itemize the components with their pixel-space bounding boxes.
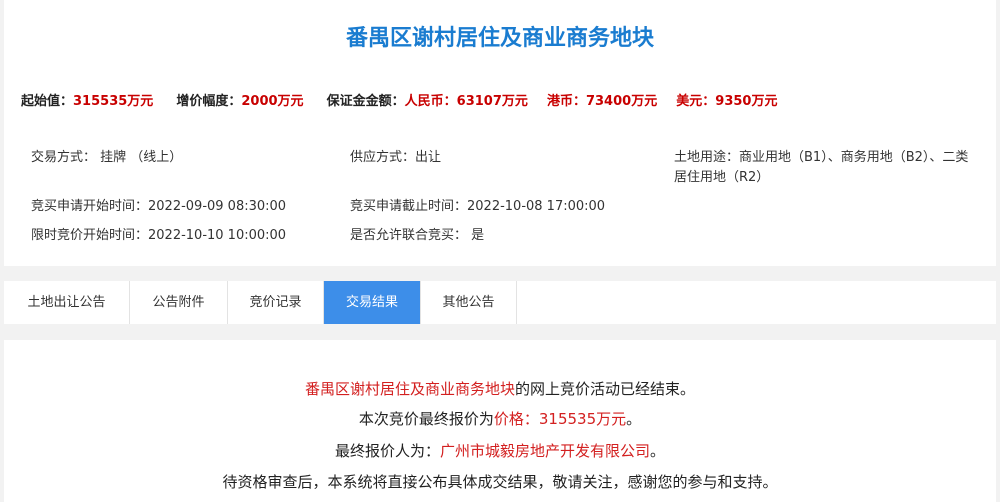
supply-method: 供应方式：出让 (350, 150, 442, 165)
joint-bid-allowed: 是否允许联合竞买： 是 (350, 228, 485, 243)
deposit-label: 保证金金额： (326, 94, 405, 109)
price-row: 起始值：315535万元 增价幅度：2000万元 保证金金额：人民币：63107… (21, 90, 777, 109)
usd-value: 9350万元 (715, 94, 778, 109)
tab-attachments[interactable]: 公告附件 (130, 281, 228, 324)
usd-label: 美元： (676, 94, 716, 109)
rmb-value: 63107万元 (456, 94, 528, 109)
tab-other-announcements[interactable]: 其他公告 (421, 281, 517, 324)
result-line-1-text: 的网上竞价活动已经结束。 (515, 380, 696, 398)
bid-start-time: 限时竞价开始时间：2022-10-10 10:00:00 (31, 228, 287, 243)
winning-bidder: 广州市城毅房地产开发有限公司 (439, 442, 650, 460)
increment-label: 增价幅度： (176, 94, 242, 109)
tab-bid-records[interactable]: 竞价记录 (228, 281, 324, 324)
result-line-3-text: 最终报价人为： (334, 442, 440, 460)
tab-land-announcement[interactable]: 土地出让公告 (4, 281, 130, 324)
result-line-3: 最终报价人为：广州市城毅房地产开发有限公司。 (4, 440, 996, 461)
tab-bar: 土地出让公告 公告附件 竞价记录 交易结果 其他公告 (4, 281, 996, 324)
result-line-2-text: 本次竞价最终报价为 (358, 410, 494, 428)
result-plot-name: 番禺区谢村居住及商业商务地块 (304, 380, 515, 398)
result-line-2: 本次竞价最终报价为价格：315535万元。 (4, 408, 996, 429)
page-title: 番禺区谢村居住及商业商务地块 (345, 26, 654, 51)
trade-result-panel: 番禺区谢村居住及商业商务地块的网上竞价活动已经结束。 本次竞价最终报价为价格：3… (4, 340, 996, 502)
land-use: 土地用途：商业用地（B1）、商务用地（B2）、二类居住用地（R2） (674, 150, 969, 185)
apply-start-time: 竞买申请开始时间：2022-09-09 08:30:00 (31, 199, 287, 214)
start-price-label: 起始值： (21, 94, 74, 109)
plot-summary-card: 番禺区谢村居住及商业商务地块 起始值：315535万元 增价幅度：2000万元 … (4, 0, 996, 266)
increment-value: 2000万元 (241, 94, 304, 109)
hkd-label: 港币： (546, 94, 586, 109)
result-line-4: 待资格审查后，本系统将直接公布具体成交结果，敬请关注，感谢您的参与和支持。 (222, 473, 778, 491)
start-price-value: 315535万元 (73, 94, 154, 109)
apply-end-time: 竞买申请截止时间：2022-10-08 17:00:00 (350, 199, 606, 214)
result-line-2-end: 。 (626, 410, 642, 428)
final-price: 价格：315535万元 (493, 410, 627, 428)
hkd-value: 73400万元 (585, 94, 658, 109)
rmb-label: 人民币： (404, 94, 457, 109)
result-line-3-end: 。 (650, 442, 666, 460)
trade-method: 交易方式： 挂牌 （线上） (31, 150, 183, 165)
tab-trade-result[interactable]: 交易结果 (324, 281, 421, 324)
result-line-1: 番禺区谢村居住及商业商务地块的网上竞价活动已经结束。 (4, 378, 996, 399)
